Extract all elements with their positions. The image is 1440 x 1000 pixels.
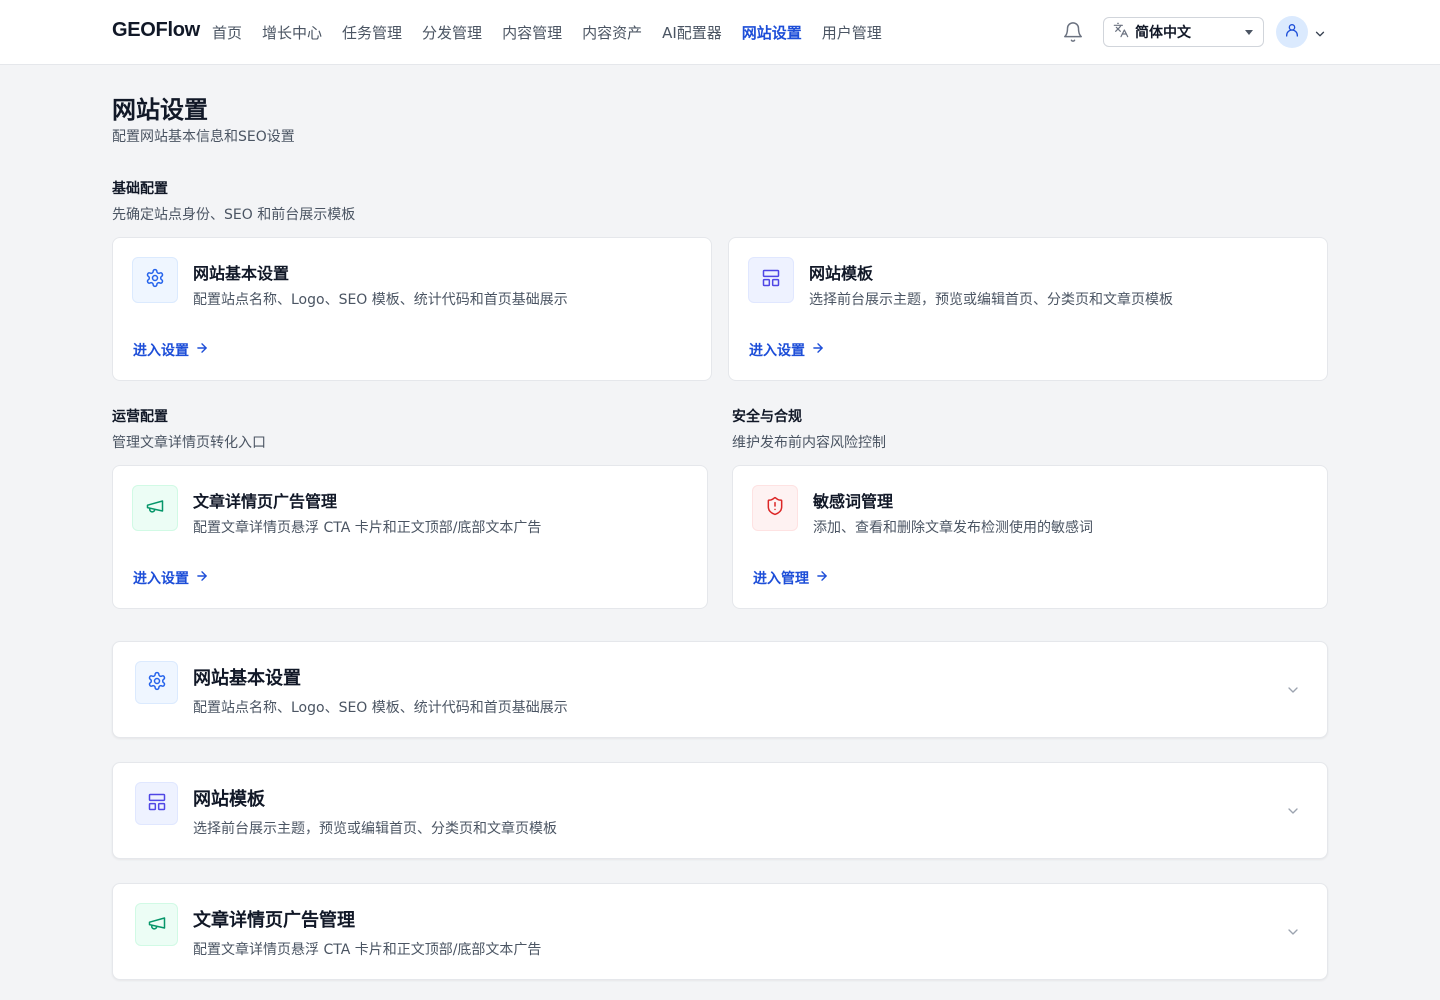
card-title: 网站基本设置 — [193, 264, 290, 283]
nav-item-distribution[interactable]: 分发管理 — [422, 22, 482, 43]
link-label: 进入设置 — [133, 343, 189, 359]
gear-icon — [147, 671, 167, 695]
enter-settings-link[interactable]: 进入设置 — [133, 568, 209, 588]
section-subtitle-security: 维护发布前内容风险控制 — [732, 435, 886, 451]
nav-item-home[interactable]: 首页 — [212, 22, 242, 43]
accordion-site-basic-settings[interactable]: 网站基本设置 配置站点名称、Logo、SEO 模板、统计代码和首页基础展示 — [112, 641, 1328, 738]
arrow-right-icon — [811, 341, 825, 359]
gear-icon — [145, 268, 165, 292]
section-subtitle-basic: 先确定站点身份、SEO 和前台展示模板 — [112, 207, 356, 223]
accordion-icon-box — [135, 903, 178, 946]
card-article-ad-management[interactable]: 文章详情页广告管理 配置文章详情页悬浮 CTA 卡片和正文顶部/底部文本广告 进… — [112, 465, 708, 609]
top-navigation-bar: GEOFlow 首页 增长中心 任务管理 分发管理 内容管理 内容资产 AI配置… — [0, 0, 1440, 65]
card-description: 配置文章详情页悬浮 CTA 卡片和正文顶部/底部文本广告 — [193, 520, 542, 536]
card-sensitive-words[interactable]: 敏感词管理 添加、查看和删除文章发布检测使用的敏感词 进入管理 — [732, 465, 1328, 609]
megaphone-icon — [147, 913, 167, 937]
translate-icon — [1113, 22, 1129, 42]
card-icon-box — [752, 485, 798, 531]
section-title-operations: 运营配置 — [112, 409, 168, 425]
page-title: 网站设置 — [112, 96, 208, 124]
chevron-down-icon[interactable] — [1285, 682, 1301, 702]
card-icon-box — [748, 257, 794, 303]
arrow-right-icon — [195, 569, 209, 587]
accordion-description: 配置文章详情页悬浮 CTA 卡片和正文顶部/底部文本广告 — [193, 942, 542, 958]
accordion-title: 网站基本设置 — [193, 668, 301, 689]
megaphone-icon — [145, 496, 165, 520]
user-avatar[interactable] — [1276, 16, 1308, 48]
chevron-down-icon[interactable] — [1285, 803, 1301, 823]
section-title-security: 安全与合规 — [732, 409, 802, 425]
card-icon-box — [132, 485, 178, 531]
main-nav: 首页 增长中心 任务管理 分发管理 内容管理 内容资产 AI配置器 网站设置 用… — [212, 0, 882, 64]
card-icon-box — [132, 257, 178, 303]
accordion-icon-box — [135, 782, 178, 825]
nav-item-assets[interactable]: 内容资产 — [582, 22, 642, 43]
dropdown-caret-icon — [1245, 30, 1253, 35]
accordion-site-template[interactable]: 网站模板 选择前台展示主题，预览或编辑首页、分类页和文章页模板 — [112, 762, 1328, 859]
nav-item-users[interactable]: 用户管理 — [822, 22, 882, 43]
language-label: 简体中文 — [1135, 25, 1191, 41]
language-select[interactable]: 简体中文 — [1103, 17, 1264, 47]
link-label: 进入设置 — [133, 571, 189, 587]
user-icon — [1284, 22, 1300, 42]
accordion-description: 选择前台展示主题，预览或编辑首页、分类页和文章页模板 — [193, 821, 557, 837]
bell-icon[interactable] — [1062, 21, 1084, 43]
arrow-right-icon — [195, 341, 209, 359]
card-site-basic-settings[interactable]: 网站基本设置 配置站点名称、Logo、SEO 模板、统计代码和首页基础展示 进入… — [112, 237, 712, 381]
arrow-right-icon — [815, 569, 829, 587]
link-label: 进入管理 — [753, 571, 809, 587]
card-description: 添加、查看和删除文章发布检测使用的敏感词 — [813, 520, 1093, 536]
nav-item-site-settings[interactable]: 网站设置 — [742, 22, 802, 43]
brand-logo[interactable]: GEOFlow — [112, 19, 200, 42]
nav-item-tasks[interactable]: 任务管理 — [342, 22, 402, 43]
accordion-title: 网站模板 — [193, 789, 265, 810]
accordion-icon-box — [135, 661, 178, 704]
shield-alert-icon — [765, 496, 785, 520]
chevron-down-icon[interactable] — [1285, 924, 1301, 944]
enter-settings-link[interactable]: 进入设置 — [749, 340, 825, 360]
layout-icon — [147, 792, 167, 816]
layout-icon — [761, 268, 781, 292]
nav-item-ai-config[interactable]: AI配置器 — [662, 22, 722, 43]
nav-item-growth[interactable]: 增长中心 — [262, 22, 322, 43]
card-site-template[interactable]: 网站模板 选择前台展示主题，预览或编辑首页、分类页和文章页模板 进入设置 — [728, 237, 1328, 381]
accordion-article-ad-management[interactable]: 文章详情页广告管理 配置文章详情页悬浮 CTA 卡片和正文顶部/底部文本广告 — [112, 883, 1328, 980]
card-title: 网站模板 — [809, 264, 874, 283]
card-title: 文章详情页广告管理 — [193, 492, 338, 511]
accordion-title: 文章详情页广告管理 — [193, 910, 355, 931]
enter-settings-link[interactable]: 进入设置 — [133, 340, 209, 360]
card-description: 配置站点名称、Logo、SEO 模板、统计代码和首页基础展示 — [193, 292, 568, 308]
accordion-description: 配置站点名称、Logo、SEO 模板、统计代码和首页基础展示 — [193, 700, 568, 716]
page-subtitle: 配置网站基本信息和SEO设置 — [112, 129, 295, 145]
chevron-down-icon[interactable] — [1313, 26, 1327, 45]
section-subtitle-operations: 管理文章详情页转化入口 — [112, 435, 266, 451]
section-title-basic: 基础配置 — [112, 181, 168, 197]
card-description: 选择前台展示主题，预览或编辑首页、分类页和文章页模板 — [809, 292, 1173, 308]
enter-management-link[interactable]: 进入管理 — [753, 568, 829, 588]
card-title: 敏感词管理 — [813, 492, 894, 511]
nav-item-content[interactable]: 内容管理 — [502, 22, 562, 43]
link-label: 进入设置 — [749, 343, 805, 359]
